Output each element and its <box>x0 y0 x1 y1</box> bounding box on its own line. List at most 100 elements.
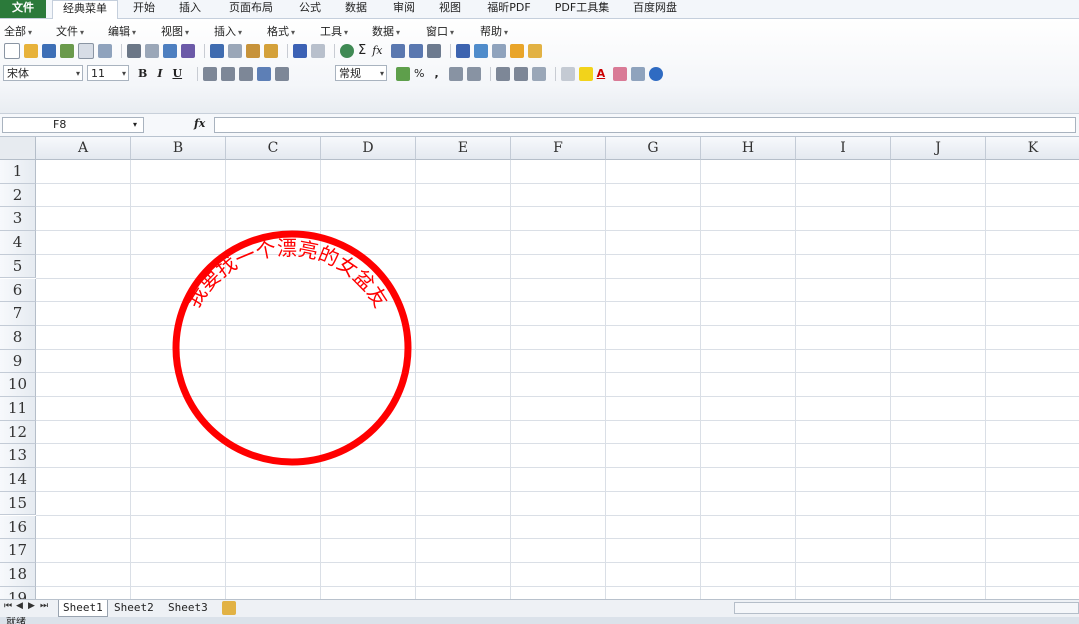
menu-file[interactable]: 文件 ▾ <box>56 23 84 39</box>
tab-pdf-tools[interactable]: PDF工具集 <box>548 0 616 18</box>
insert-function-icon[interactable]: fx <box>372 44 382 57</box>
row-header[interactable]: 4 <box>0 231 36 255</box>
row-header[interactable]: 2 <box>0 183 36 208</box>
table-icon[interactable] <box>491 43 506 58</box>
menu-view[interactable]: 视图 ▾ <box>161 23 189 39</box>
column-header[interactable]: G <box>606 137 701 160</box>
name-box[interactable]: F8 ▾ <box>2 117 144 133</box>
font-color-icon[interactable]: A <box>597 67 606 80</box>
menu-help[interactable]: 帮助 ▾ <box>480 23 508 39</box>
increase-indent-icon[interactable] <box>513 66 528 81</box>
fill-color-icon[interactable] <box>578 66 593 81</box>
format-painter-icon[interactable] <box>264 43 278 58</box>
next-sheet-icon[interactable]: ▶ <box>28 601 35 611</box>
print-preview-icon[interactable] <box>78 42 94 59</box>
tab-review[interactable]: 审阅 <box>386 0 422 18</box>
align-center-icon[interactable] <box>221 66 236 81</box>
redo-icon[interactable] <box>311 43 325 58</box>
menu-tools[interactable]: 工具 ▾ <box>320 23 348 39</box>
first-sheet-icon[interactable]: ⏮ <box>4 601 12 611</box>
row-header[interactable]: 9 <box>0 349 36 374</box>
row-header[interactable]: 11 <box>0 397 36 421</box>
tab-formulas[interactable]: 公式 <box>292 0 328 18</box>
row-header[interactable]: 15 <box>0 491 36 516</box>
menu-window[interactable]: 窗口 ▾ <box>426 23 454 39</box>
underline-button[interactable]: U <box>172 67 182 80</box>
font-name-combo[interactable]: 宋体 ▾ <box>3 65 83 81</box>
column-header[interactable]: A <box>36 137 131 160</box>
prev-sheet-icon[interactable]: ◀ <box>16 601 23 611</box>
print-icon[interactable] <box>127 43 141 58</box>
zoom-icon[interactable] <box>631 66 646 81</box>
tab-baidu-netdisk[interactable]: 百度网盘 <box>626 0 684 18</box>
row-header[interactable]: 17 <box>0 539 36 563</box>
align-left-icon[interactable] <box>203 66 218 81</box>
row-header[interactable]: 1 <box>0 160 36 184</box>
research-icon[interactable] <box>181 43 195 58</box>
column-header[interactable]: I <box>796 137 891 160</box>
sheet-tab-2[interactable]: Sheet2 <box>110 600 158 616</box>
italic-button[interactable]: I <box>157 67 162 80</box>
magnify-preview-icon[interactable] <box>145 43 159 58</box>
phonetic-icon[interactable] <box>613 66 628 81</box>
filter-icon[interactable] <box>426 43 441 58</box>
tab-insert[interactable]: 插入 <box>172 0 208 18</box>
shapes-icon[interactable] <box>509 43 524 58</box>
row-header[interactable]: 5 <box>0 254 36 279</box>
help-icon[interactable] <box>649 66 664 81</box>
horizontal-scrollbar[interactable] <box>734 602 1079 614</box>
row-header[interactable]: 7 <box>0 302 36 326</box>
cell-style-icon[interactable] <box>531 66 546 81</box>
worksheet-grid[interactable]: ABCDEFGHIJK 1 2 3 4 5 6 7 8 9 10 11 12 13 14 15 16 17 18 1… <box>0 137 1079 599</box>
row-header[interactable]: 6 <box>0 278 36 303</box>
drawing-icon[interactable] <box>473 43 488 58</box>
tab-classic-menu[interactable]: 经典菜单 <box>52 0 118 19</box>
sort-ascending-icon[interactable] <box>390 43 405 58</box>
last-sheet-icon[interactable]: ⏭ <box>40 601 48 611</box>
permission-icon[interactable] <box>60 43 74 58</box>
decrease-decimal-icon[interactable] <box>466 66 481 81</box>
hyperlink-icon[interactable] <box>340 43 354 58</box>
cut-icon[interactable] <box>210 43 224 58</box>
paste-icon[interactable] <box>246 43 260 58</box>
decrease-indent-icon[interactable] <box>495 66 510 81</box>
menu-insert[interactable]: 插入 ▾ <box>214 23 242 39</box>
row-header[interactable]: 12 <box>0 420 36 445</box>
borders-icon[interactable] <box>560 66 575 81</box>
email-icon[interactable] <box>98 43 112 58</box>
folder-icon[interactable] <box>527 43 542 58</box>
sort-descending-icon[interactable] <box>408 43 423 58</box>
column-header[interactable]: E <box>416 137 511 160</box>
comma-style-button[interactable]: , <box>434 67 438 80</box>
insert-function-button[interactable]: fx <box>194 117 205 130</box>
column-header[interactable]: H <box>701 137 796 160</box>
column-header[interactable]: C <box>226 137 321 160</box>
tab-view[interactable]: 视图 <box>432 0 468 18</box>
spelling-icon[interactable] <box>163 43 177 58</box>
autosum-icon[interactable]: Σ <box>358 43 366 58</box>
percent-button[interactable]: % <box>414 67 424 80</box>
sheet-tab-1[interactable]: Sheet1 <box>58 600 108 617</box>
new-document-icon[interactable] <box>4 42 20 59</box>
column-header[interactable]: F <box>511 137 606 160</box>
tab-foxit-pdf[interactable]: 福昕PDF <box>480 0 538 18</box>
menu-format[interactable]: 格式 ▾ <box>267 23 295 39</box>
tab-data[interactable]: 数据 <box>338 0 374 18</box>
insert-sheet-icon[interactable] <box>222 601 236 615</box>
merge-center-icon[interactable] <box>257 66 272 81</box>
save-icon[interactable] <box>42 43 56 58</box>
wrap-text-icon[interactable] <box>275 66 290 81</box>
tab-page-layout[interactable]: 页面布局 <box>222 0 280 18</box>
tab-file[interactable]: 文件 <box>0 0 46 18</box>
column-header[interactable]: J <box>891 137 986 160</box>
currency-icon[interactable] <box>396 66 410 81</box>
align-right-icon[interactable] <box>239 66 254 81</box>
copy-icon[interactable] <box>228 43 242 58</box>
row-header[interactable]: 14 <box>0 468 36 492</box>
undo-icon[interactable] <box>293 43 307 58</box>
column-header[interactable]: D <box>321 137 416 160</box>
select-all-corner[interactable] <box>0 137 36 160</box>
tab-home[interactable]: 开始 <box>126 0 162 18</box>
row-header[interactable]: 13 <box>0 444 36 469</box>
menu-all[interactable]: 全部 ▾ <box>4 23 32 39</box>
